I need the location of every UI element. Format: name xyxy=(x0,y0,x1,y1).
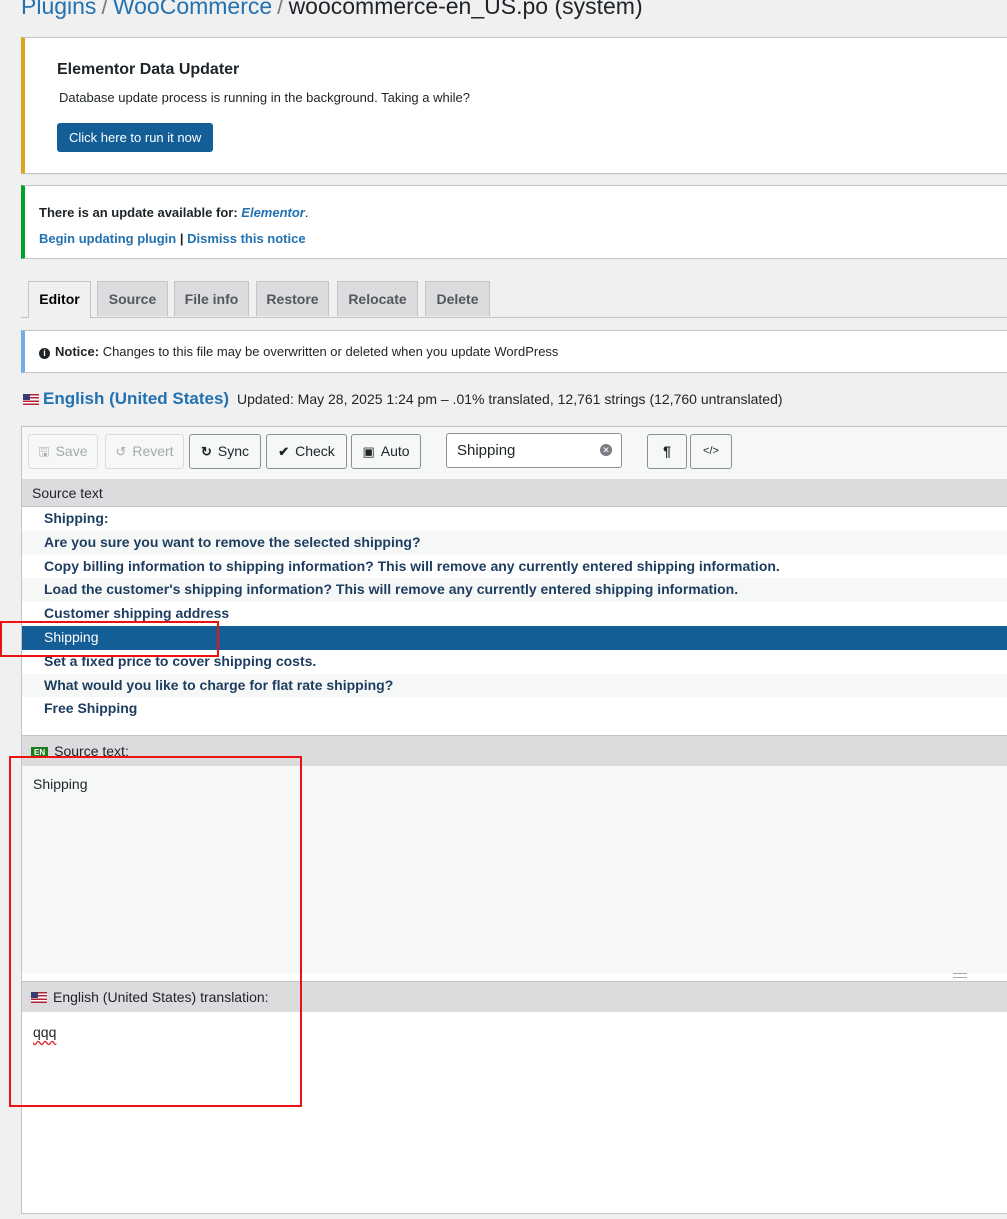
plugin-update-notice: There is an update available for: Elemen… xyxy=(21,185,1007,259)
string-list-row[interactable]: Load the customer's shipping information… xyxy=(22,578,1007,603)
editor-tabs: Editor Source File info Restore Relocate… xyxy=(21,281,1007,318)
info-icon: i xyxy=(39,348,50,359)
filter-search-input[interactable]: Shipping ✕ xyxy=(446,433,622,468)
update-plugin-name: Elementor xyxy=(241,205,305,220)
revert-icon: ↺ xyxy=(115,444,127,459)
notice-title: Elementor Data Updater xyxy=(57,61,240,78)
auto-translate-button[interactable]: ▣ Auto xyxy=(351,434,421,469)
string-list[interactable]: Shipping: Are you sure you want to remove… xyxy=(22,507,1007,720)
en-language-badge: EN xyxy=(31,747,49,758)
floppy-disk-icon: 🖫 xyxy=(38,444,50,459)
tab-source[interactable]: Source xyxy=(97,281,168,316)
code-view-toggle-button[interactable]: </> xyxy=(690,434,732,469)
invisibles-toggle-button[interactable]: ¶ xyxy=(647,434,687,469)
begin-updating-link[interactable]: Begin updating plugin xyxy=(39,231,176,246)
string-list-row[interactable]: Free Shipping xyxy=(22,697,1007,720)
breadcrumb-current: woocommerce-en_US.po (system) xyxy=(288,0,643,19)
editor-toolbar: 🖫 Save ↺ Revert ↻ Sync ✔ Check ▣ Auto Shippin… xyxy=(22,427,1007,479)
overwrite-notice: i Notice: Changes to this file may be ove… xyxy=(21,330,1007,373)
source-pane-header: EN Source text: xyxy=(22,735,1007,766)
auto-label: Auto xyxy=(380,443,410,459)
string-list-row[interactable]: Shipping: xyxy=(22,507,1007,531)
string-list-row[interactable]: Copy billing information to shipping inf… xyxy=(22,555,1007,579)
breadcrumb-separator: / xyxy=(277,0,284,19)
resize-handle[interactable] xyxy=(953,973,967,978)
tab-file-info[interactable]: File info xyxy=(174,281,249,316)
string-list-row[interactable]: Customer shipping address xyxy=(22,602,1007,626)
checkmark-icon: ✔ xyxy=(278,444,290,459)
translation-pane-label: English (United States) translation: xyxy=(53,989,269,1005)
translation-pane-header: English (United States) translation: xyxy=(22,981,1007,1012)
string-list-row[interactable]: Set a fixed price to cover shipping cost… xyxy=(22,650,1007,674)
check-button[interactable]: ✔ Check xyxy=(266,434,347,469)
notice-text: Changes to this file may be overwritten … xyxy=(102,344,559,359)
breadcrumb-plugins-link[interactable]: Plugins xyxy=(21,0,96,19)
sync-icon: ↻ xyxy=(200,444,212,459)
overwrite-notice-text: i Notice: Changes to this file may be ove… xyxy=(39,344,558,359)
string-list-row[interactable]: What would you like to charge for flat r… xyxy=(22,673,1007,698)
us-flag-icon xyxy=(23,394,39,405)
tab-delete[interactable]: Delete xyxy=(425,281,490,316)
revert-label: Revert xyxy=(132,443,174,459)
action-separator: | xyxy=(179,231,184,246)
source-text-display: Shipping xyxy=(22,766,1007,973)
update-notice-prefix: There is an update available for: xyxy=(39,205,238,220)
dismiss-notice-link[interactable]: Dismiss this notice xyxy=(187,231,305,246)
translation-stats: Updated: May 28, 2025 1:24 pm – .01% tra… xyxy=(236,391,783,407)
save-button[interactable]: 🖫 Save xyxy=(28,434,98,469)
elementor-data-updater-notice: Elementor Data Updater Database update p… xyxy=(21,37,1007,174)
sync-label: Sync xyxy=(217,443,250,459)
string-list-row[interactable]: Shipping xyxy=(22,625,1007,650)
search-value: Shipping xyxy=(457,442,516,459)
notice-message: Database update process is running in th… xyxy=(59,90,470,105)
tab-editor[interactable]: Editor xyxy=(28,281,91,318)
revert-button[interactable]: ↺ Revert xyxy=(105,434,184,469)
source-text-column-header: Source text xyxy=(22,479,1007,507)
check-label: Check xyxy=(295,443,335,459)
tab-relocate[interactable]: Relocate xyxy=(337,281,418,316)
breadcrumb: Plugins / WooCommerce / woocommerce-en_US.po… xyxy=(21,0,643,21)
tab-restore[interactable]: Restore xyxy=(256,281,329,316)
source-pane-label: Source text: xyxy=(54,743,129,759)
translation-editor: 🖫 Save ↺ Revert ↻ Sync ✔ Check ▣ Auto Shippin… xyxy=(21,426,1007,1214)
string-list-row[interactable]: Are you sure you want to remove the sele… xyxy=(22,530,1007,555)
language-name-link[interactable]: English (United States) xyxy=(43,389,229,408)
breadcrumb-woocommerce-link[interactable]: WooCommerce xyxy=(113,0,272,19)
run-updater-button[interactable]: Click here to run it now xyxy=(57,123,214,152)
save-label: Save xyxy=(55,443,88,459)
translation-textarea[interactable]: qqq xyxy=(22,1012,1007,1213)
update-notice-text: There is an update available for: Elemen… xyxy=(39,205,309,220)
breadcrumb-separator: / xyxy=(101,0,108,19)
notice-label: Notice: xyxy=(55,344,100,359)
translation-value: qqq xyxy=(33,1024,57,1040)
language-summary: English (United States) Updated: May 28,… xyxy=(23,389,783,409)
clear-search-icon[interactable]: ✕ xyxy=(600,444,612,456)
sync-button[interactable]: ↻ Sync xyxy=(189,434,261,469)
us-flag-icon xyxy=(31,992,47,1003)
robot-icon: ▣ xyxy=(362,444,375,459)
update-notice-actions: Begin updating plugin | Dismiss this not… xyxy=(39,231,306,246)
